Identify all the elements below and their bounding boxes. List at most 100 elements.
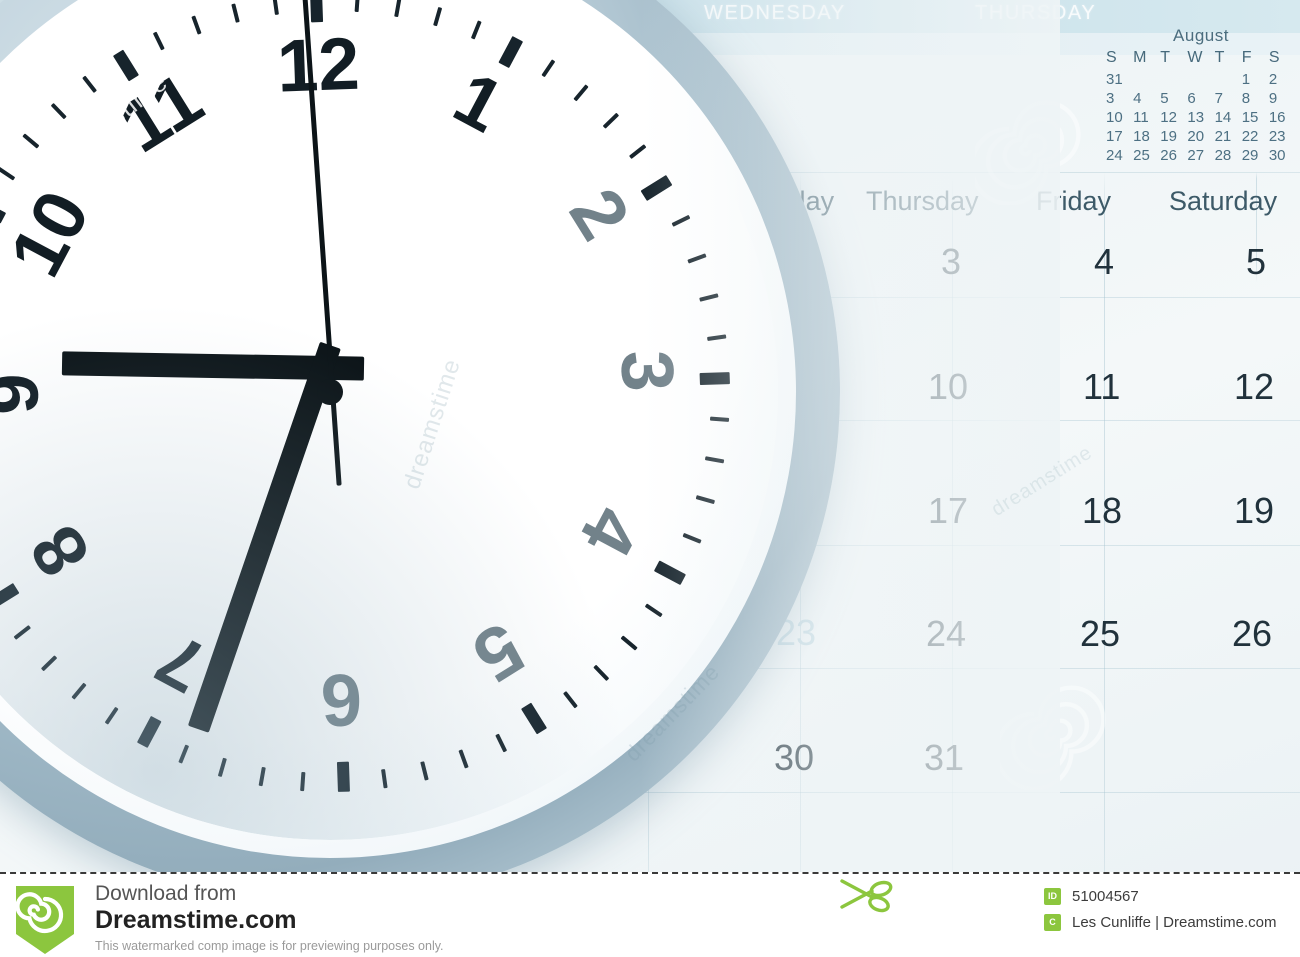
calendar-date-26[interactable]: 26: [1232, 613, 1272, 655]
mini-calendar-day-9[interactable]: 9: [1269, 89, 1296, 108]
mini-calendar: August SMTWTFS 31 1 2 3 4 5 6 7 8 9 10 11 12 13 14 15 16…: [1106, 26, 1296, 165]
image-credit-value: Les Cunliffe | Dreamstime.com: [1072, 914, 1277, 931]
mini-calendar-weekday-0: S: [1106, 49, 1117, 66]
mini-calendar-body: 31 1 2 3 4 5 6 7 8 9 10 11 12 13 14 15 16 17 18 19 20 21 22 23 2…: [1106, 70, 1296, 165]
mini-calendar-empty-cell: [1133, 70, 1160, 89]
calendar-date-24[interactable]: 24: [926, 613, 966, 655]
calendar-date-3[interactable]: 3: [941, 241, 961, 283]
day-header-thursday: Thursday: [866, 186, 979, 216]
mini-calendar-day-22[interactable]: 22: [1242, 127, 1269, 146]
clock-numeral-2: 2: [553, 174, 646, 254]
clock-face: 12 1 2 3 4 5 6 7 8 9 10 11: [0, 0, 786, 848]
clock-numeral-1: 1: [441, 55, 517, 149]
mini-calendar-day-3[interactable]: 3: [1106, 89, 1133, 108]
clock-numeral-6: 6: [318, 658, 363, 743]
mini-calendar-day-14[interactable]: 14: [1215, 108, 1242, 127]
mini-calendar-day-30[interactable]: 30: [1269, 146, 1296, 165]
mini-calendar-day-7[interactable]: 7: [1215, 89, 1242, 108]
mini-calendar-weekday-4: T: [1214, 49, 1225, 66]
wall-clock: 12 1 2 3 4 5 6 7 8 9 10 11: [0, 0, 880, 942]
scissors-icon: [840, 879, 893, 913]
mini-calendar-weekday-6: S: [1268, 49, 1280, 66]
calendar-date-5[interactable]: 5: [1246, 241, 1266, 283]
image-id-row: ID 51004567: [1044, 888, 1277, 905]
mini-calendar-weekday-5: F: [1241, 49, 1252, 66]
mini-calendar-day-23[interactable]: 23: [1269, 127, 1296, 146]
image-metadata: ID 51004567 C Les Cunliffe | Dreamstime.…: [1044, 888, 1277, 940]
clock-hour-hand: [61, 351, 365, 381]
download-from-label: Download from: [95, 882, 237, 905]
clock-second-hand: [301, 0, 342, 486]
mini-calendar-day-25[interactable]: 25: [1133, 146, 1160, 165]
clock-numeral-7: 7: [142, 616, 219, 710]
screenshot-stage: WEDNESDAY THURSDAY Monday Tuesday Wednes…: [0, 0, 1300, 957]
mini-calendar-day-16[interactable]: 16: [1269, 108, 1296, 127]
mini-calendar-weekday-2: T: [1160, 49, 1171, 66]
calendar-date-4[interactable]: 4: [1094, 241, 1114, 283]
clock-numeral-9: 9: [0, 371, 55, 416]
image-credit-row: C Les Cunliffe | Dreamstime.com: [1044, 914, 1277, 931]
mini-calendar-day-5[interactable]: 5: [1160, 89, 1187, 108]
calendar-date-10[interactable]: 10: [928, 366, 968, 408]
mini-calendar-day-18[interactable]: 18: [1133, 127, 1160, 146]
calendar-date-31[interactable]: 31: [924, 737, 964, 779]
mini-calendar-day-28[interactable]: 28: [1215, 146, 1242, 165]
mini-calendar-day-8[interactable]: 8: [1242, 89, 1269, 108]
calendar-date-11[interactable]: 11: [1083, 366, 1120, 408]
clock-numeral-10: 10: [0, 177, 106, 290]
dreamstime-footer-text: Download from Dreamstime.com This waterm…: [95, 882, 444, 953]
mini-calendar-day-24[interactable]: 24: [1106, 146, 1133, 165]
mini-calendar-empty-cell: [1187, 70, 1214, 89]
calendar-date-25[interactable]: 25: [1080, 613, 1120, 655]
clock-numeral-4: 4: [564, 494, 657, 570]
mini-calendar-week-row: 24 25 26 27 28 29 30: [1106, 146, 1296, 165]
mini-calendar-day-13[interactable]: 13: [1187, 108, 1214, 127]
clock-numeral-3: 3: [605, 349, 690, 394]
mini-calendar-day-21[interactable]: 21: [1215, 127, 1242, 146]
mini-calendar-table: SMTWTFS 31 1 2 3 4 5 6 7 8 9 10 11 12 13 14 15 16 17 18 19 2…: [1106, 48, 1296, 165]
day-header-friday: Friday: [1036, 186, 1112, 216]
mini-calendar-day-20[interactable]: 20: [1187, 127, 1214, 146]
mini-calendar-weekday-1: M: [1133, 49, 1147, 66]
mini-calendar-day-2[interactable]: 2: [1269, 70, 1296, 89]
calendar-date-17[interactable]: 17: [928, 490, 968, 532]
mini-calendar-empty-cell: [1160, 70, 1187, 89]
mini-calendar-day-4[interactable]: 4: [1133, 89, 1160, 108]
mini-calendar-day-31[interactable]: 31: [1106, 70, 1133, 89]
clock-minute-hand: [187, 341, 341, 733]
mini-calendar-week-row: 3456789: [1106, 89, 1296, 108]
dreamstime-site-label: Dreamstime.com: [95, 906, 297, 935]
watermark-disclaimer: This watermarked comp image is for previ…: [95, 938, 444, 953]
mini-calendar-week-row: 10 11 12 13 14 15 16: [1106, 108, 1296, 127]
dashed-cut-line: [0, 872, 1300, 874]
id-badge-icon: ID: [1044, 888, 1061, 905]
calendar-date-12[interactable]: 12: [1234, 366, 1274, 408]
dreamstime-logo-icon: [15, 886, 74, 954]
mini-calendar-week-row: 31 1 2: [1106, 70, 1296, 89]
calendar-column-divider: [1104, 172, 1105, 957]
image-id-value: 51004567: [1072, 888, 1139, 905]
mini-calendar-day-6[interactable]: 6: [1187, 89, 1214, 108]
calendar-date-19[interactable]: 19: [1234, 490, 1274, 532]
calendar-date-18[interactable]: 18: [1082, 490, 1122, 532]
mini-calendar-day-10[interactable]: 10: [1106, 108, 1133, 127]
mini-calendar-day-29[interactable]: 29: [1242, 146, 1269, 165]
clock-center-hub: [316, 378, 344, 406]
mini-calendar-month: August: [1173, 26, 1229, 45]
mini-calendar-day-11[interactable]: 11: [1133, 108, 1160, 127]
mini-calendar-day-17[interactable]: 17: [1106, 127, 1133, 146]
mini-calendar-day-27[interactable]: 27: [1187, 146, 1214, 165]
clock-bezel: 12 1 2 3 4 5 6 7 8 9 10 11: [0, 0, 849, 911]
mini-calendar-week-row: 17 18 19 20 21 22 23: [1106, 127, 1296, 146]
mini-calendar-empty-cell: [1215, 70, 1242, 89]
mini-calendar-day-1[interactable]: 1: [1242, 70, 1269, 89]
mini-calendar-day-19[interactable]: 19: [1160, 127, 1187, 146]
mini-calendar-day-15[interactable]: 15: [1242, 108, 1269, 127]
copyright-badge-icon: C: [1044, 914, 1061, 931]
mini-calendar-day-12[interactable]: 12: [1160, 108, 1187, 127]
mini-calendar-weekday-3: W: [1187, 49, 1203, 66]
mini-calendar-header-row: SMTWTFS: [1106, 48, 1296, 70]
clock-numeral-5: 5: [458, 606, 538, 699]
day-header-saturday: Saturday: [1169, 186, 1278, 216]
mini-calendar-day-26[interactable]: 26: [1160, 146, 1187, 165]
